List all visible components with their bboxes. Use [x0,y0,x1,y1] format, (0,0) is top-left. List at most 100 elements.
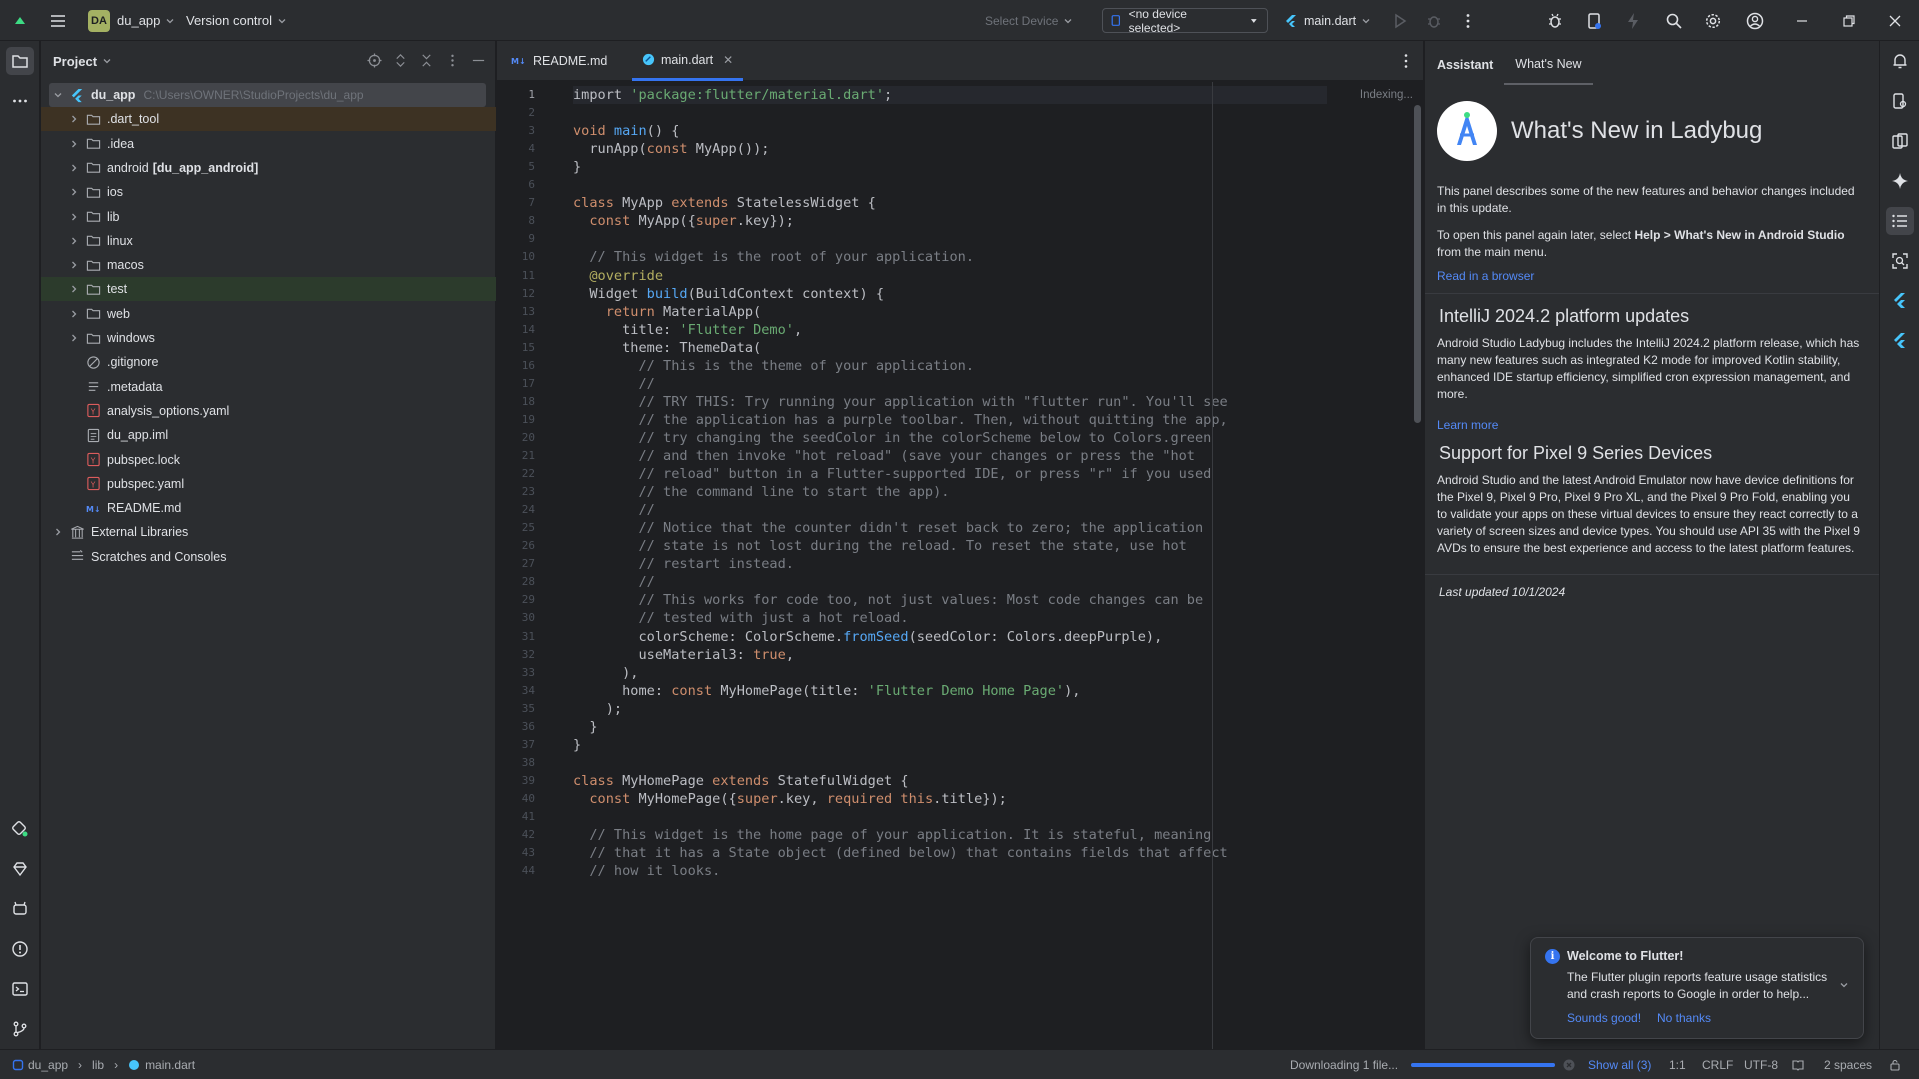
tree-item[interactable]: External Libraries [41,520,496,544]
settings-gear-icon[interactable] [1702,10,1724,32]
run-icon[interactable] [1389,10,1411,32]
project-tool-button[interactable] [6,47,34,75]
device-manager-icon[interactable] [1583,10,1605,32]
code-editor[interactable]: import 'package:flutter/material.dart'; v… [573,82,1403,1049]
tree-item[interactable]: ios [41,180,496,204]
main-menu-icon[interactable] [47,10,69,32]
tree-item[interactable]: .metadata [41,375,496,399]
run-config-selector[interactable]: main.dart [1284,0,1371,41]
tree-item[interactable]: du_app C:\Users\OWNER\StudioProjects\du_a… [49,83,486,107]
account-icon[interactable] [1744,10,1766,32]
close-tab-icon[interactable]: ✕ [723,53,733,67]
gemini-button[interactable] [1886,167,1914,195]
flutter-performance-right-button[interactable] [1886,327,1914,355]
background-task-label[interactable]: Downloading 1 file... [1290,1050,1398,1079]
minimize-window-icon[interactable] [1791,10,1813,32]
breadcrumb-lib[interactable]: lib [92,1058,104,1072]
chevron-down-icon[interactable] [102,56,112,66]
notifications-button[interactable] [1886,47,1914,75]
breadcrumb-project[interactable]: du_app [28,1058,68,1072]
tab-label: main.dart [661,52,714,67]
tree-item[interactable]: windows [41,326,496,350]
more-actions-icon[interactable] [1457,10,1479,32]
tree-item[interactable]: android [du_app_android] [41,156,496,180]
tree-item[interactable]: web [41,302,496,326]
code-token: class [573,772,623,789]
debug-icon[interactable] [1423,10,1445,32]
cancel-task-icon[interactable] [1563,1050,1575,1079]
tree-item[interactable]: .idea [41,132,496,156]
apply-changes-icon[interactable] [1622,10,1644,32]
file-encoding[interactable]: UTF-8 [1744,1050,1778,1079]
flutter-performance-button[interactable] [6,855,34,883]
chevron-right-icon[interactable] [67,112,81,126]
no-thanks-button[interactable]: No thanks [1657,1011,1711,1025]
tree-item[interactable]: M↓ README.md [41,496,496,520]
expand-all-icon[interactable] [391,51,409,69]
tab-whats-new[interactable]: What's New [1504,45,1593,85]
select-device-dropdown[interactable]: Select Device [985,0,1073,41]
app-inspection-icon[interactable] [1544,10,1566,32]
terminal-button[interactable] [6,975,34,1003]
read-in-browser-link[interactable]: Read in a browser [1437,269,1534,283]
tree-item[interactable]: Ypubspec.yaml [41,472,496,496]
more-tool-windows-button[interactable] [6,87,34,115]
problems-button[interactable] [6,935,34,963]
logcat-button[interactable] [6,895,34,923]
line-separator[interactable]: CRLF [1702,1050,1733,1079]
chevron-right-icon[interactable] [67,307,81,321]
options-icon[interactable] [443,51,461,69]
indent-setting[interactable]: 2 spaces [1824,1050,1872,1079]
chevron-right-icon[interactable] [67,137,81,151]
tab-assistant[interactable]: Assistant [1437,45,1504,85]
running-devices-button[interactable] [1886,127,1914,155]
assistant-tool-button[interactable] [1886,207,1914,235]
close-window-icon[interactable] [1884,10,1906,32]
project-selector[interactable]: DA du_app [88,0,175,41]
expand-notification-icon[interactable] [1839,980,1849,990]
chevron-right-icon[interactable] [67,258,81,272]
tree-item[interactable]: .dart_tool [41,107,496,132]
show-all-tasks-link[interactable]: Show all (3) [1588,1050,1651,1079]
layout-inspector-button[interactable] [1886,247,1914,275]
caret-position[interactable]: 1:1 [1669,1050,1686,1079]
tree-item[interactable]: test [41,277,496,302]
restore-window-icon[interactable] [1838,10,1860,32]
search-icon[interactable] [1663,10,1685,32]
chevron-right-icon[interactable] [67,185,81,199]
chevron-right-icon[interactable] [67,234,81,248]
tree-item[interactable]: Yanalysis_options.yaml [41,399,496,423]
tree-item[interactable]: .gitignore [41,350,496,374]
locate-file-icon[interactable] [365,51,383,69]
device-manager-tool-button[interactable] [1886,87,1914,115]
lock-icon[interactable] [1889,1050,1901,1079]
version-control-menu[interactable]: Version control [186,0,287,41]
editor-tabs-more-icon[interactable] [1395,50,1417,72]
tab-readme[interactable]: M↓ README.md [501,41,617,81]
tree-item[interactable]: Ypubspec.lock [41,448,496,472]
version-control-button[interactable] [6,1015,34,1043]
breadcrumb-file[interactable]: main.dart [145,1058,195,1072]
chevron-down-icon[interactable] [51,88,65,102]
tree-item[interactable]: du_app.iml [41,423,496,447]
reader-mode-icon[interactable] [1792,1050,1804,1079]
flutter-outline-button[interactable] [1886,287,1914,315]
sounds-good-button[interactable]: Sounds good! [1567,1011,1641,1025]
tree-item[interactable]: lib [41,205,496,229]
tree-item[interactable]: Scratches and Consoles [41,545,496,569]
learn-more-link[interactable]: Learn more [1437,418,1498,432]
tree-item[interactable]: linux [41,229,496,253]
hide-panel-icon[interactable] [469,51,487,69]
chevron-right-icon[interactable] [67,331,81,345]
flutter-inspector-button[interactable] [6,815,34,843]
chevron-right-icon[interactable] [51,525,65,539]
tree-item[interactable]: macos [41,253,496,277]
editor-scrollbar[interactable] [1414,105,1421,423]
chevron-right-icon[interactable] [67,282,81,296]
tab-main-dart[interactable]: main.dart ✕ [632,41,744,81]
project-view-selector[interactable]: Project [53,54,97,69]
collapse-all-icon[interactable] [417,51,435,69]
chevron-right-icon[interactable] [67,210,81,224]
chevron-right-icon[interactable] [67,161,81,175]
device-selector[interactable]: <no device selected> [1102,7,1268,35]
